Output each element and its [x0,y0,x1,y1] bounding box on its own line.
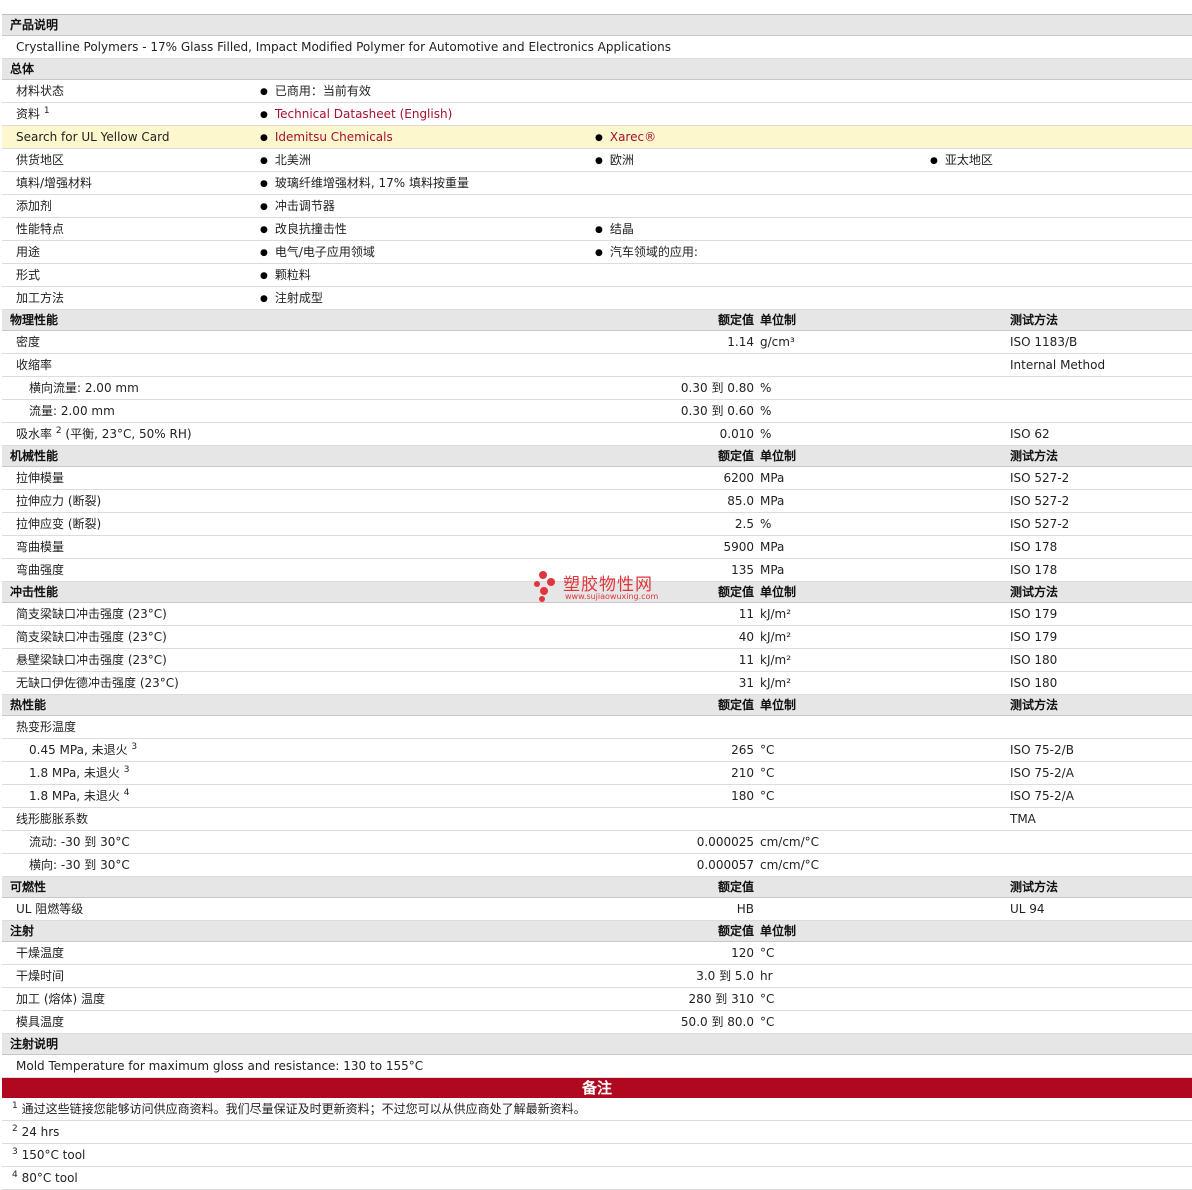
bullet-icon: ● [260,87,268,97]
property-row: 1.8 MPa, 未退火 4 180 °C ISO 75-2/A [2,785,1192,808]
xarec-link[interactable]: Xarec® [610,130,656,144]
section-header-description: 产品说明 [2,15,1192,36]
ul-yellow-card-row: Search for UL Yellow Card ● Idemitsu Chem… [2,126,1192,149]
property-row: 弯曲模量 5900 MPa ISO 178 [2,536,1192,559]
section-header-thermal: 热性能 额定值 单位制 测试方法 [2,695,1192,716]
property-row: 拉伸应变 (断裂) 2.5% ISO 527-2 [2,513,1192,536]
general-form-row: 形式 ● 颗粒料 [2,264,1192,287]
molecule-icon [534,571,555,602]
section-header-general: 总体 [2,59,1192,80]
bullet-icon: ● [595,248,603,258]
section-header-physical: 物理性能 额定值 单位制 测试方法 [2,310,1192,331]
property-row: 模具温度 50.0 到 80.0 °C [2,1011,1192,1034]
property-row: 收缩率 Internal Method [2,354,1192,377]
bullet-icon: ● [595,133,603,143]
property-row: 线形膨胀系数 TMA [2,808,1192,831]
property-row: 横向: -30 到 30°C 0.000057 cm/cm/°C [2,854,1192,877]
bullet-icon: ● [595,225,603,235]
idemitsu-chemicals-link[interactable]: Idemitsu Chemicals [275,130,393,144]
watermark-logo: 塑胶物性网 www.sujiaowuxing.com [533,570,673,604]
bullet-icon: ● [260,110,268,120]
general-additive-row: 添加剂 ● 冲击调节器 [2,195,1192,218]
bullet-icon: ● [260,133,268,143]
property-row: 干燥温度 120 °C [2,942,1192,965]
property-row: 加工 (熔体) 温度 280 到 310 °C [2,988,1192,1011]
footnote-ref: 4 [123,788,130,798]
property-row: 流动: -30 到 30°C 0.000025 cm/cm/°C [2,831,1192,854]
bullet-icon: ● [595,156,603,166]
footnote: 3 150°C tool [2,1144,1192,1167]
property-row: 1.8 MPa, 未退火 3 210 °C ISO 75-2/A [2,762,1192,785]
property-row: 吸水率 2 (平衡, 23°C, 50% RH) 0.010% ISO 62 [2,423,1192,446]
general-source-row: 资料 1 ● Technical Datasheet (English) [2,103,1192,126]
notes-header: 备注 [2,1078,1192,1098]
footnote: 1 通过这些链接您能够访问供应商资料。我们尽量保证及时更新资料；不过您可以从供应… [2,1098,1192,1121]
property-row: 横向流量: 2.00 mm 0.30 到 0.80% [2,377,1192,400]
bullet-icon: ● [930,156,938,166]
property-row: 悬壁梁缺口冲击强度 (23°C) 11 kJ/m² ISO 180 [2,649,1192,672]
property-row: 干燥时间 3.0 到 5.0 hr [2,965,1192,988]
property-row: 密度 1.14 g/cm³ ISO 1183/B [2,331,1192,354]
footnote-ref: 1 [43,106,50,116]
product-description: Crystalline Polymers - 17% Glass Filled,… [16,40,671,54]
property-row: 0.45 MPa, 未退火 3 265 °C ISO 75-2/B [2,739,1192,762]
general-filler-row: 填料/增强材料 ● 玻璃纤维增强材料, 17% 填料按重量 [2,172,1192,195]
property-row: 拉伸模量 6200 MPa ISO 527-2 [2,467,1192,490]
description-row: Crystalline Polymers - 17% Glass Filled,… [2,36,1192,59]
bullet-icon: ● [260,294,268,304]
ul-search-label: Search for UL Yellow Card [16,130,170,144]
footnote-ref: 3 [131,742,138,752]
section-header-injection: 注射 额定值 单位制 [2,921,1192,942]
bullet-icon: ● [260,156,268,166]
section-header-injection-notes: 注射说明 [2,1034,1192,1055]
watermark-url: www.sujiaowuxing.com [565,592,659,601]
bullet-icon: ● [260,271,268,281]
footnote-ref: 3 [123,765,130,775]
bullet-icon: ● [260,179,268,189]
bullet-icon: ● [260,202,268,212]
general-features-row: 性能特点 ● 改良抗撞击性 ● 结晶 [2,218,1192,241]
property-row: 简支梁缺口冲击强度 (23°C) 11 kJ/m² ISO 179 [2,603,1192,626]
property-row: 无缺口伊佐德冲击强度 (23°C) 31 kJ/m² ISO 180 [2,672,1192,695]
footnote: 2 24 hrs [2,1121,1192,1144]
general-uses-row: 用途 ● 电气/电子应用领域 ● 汽车领域的应用: [2,241,1192,264]
footnote-ref: 2 [55,426,62,436]
property-row: 拉伸应力 (断裂) 85.0 MPa ISO 527-2 [2,490,1192,513]
bullet-icon: ● [260,248,268,258]
property-row: UL 阻燃等级 HB UL 94 [2,898,1192,921]
property-row: 热变形温度 [2,716,1192,739]
general-region-row: 供货地区 ● 北美洲 ● 欧洲 ● 亚太地区 [2,149,1192,172]
technical-datasheet-link[interactable]: Technical Datasheet (English) [275,107,452,121]
section-header-mechanical: 机械性能 额定值 单位制 测试方法 [2,446,1192,467]
property-row: 简支梁缺口冲击强度 (23°C) 40 kJ/m² ISO 179 [2,626,1192,649]
bullet-icon: ● [260,225,268,235]
injection-note-row: Mold Temperature for maximum gloss and r… [2,1055,1192,1078]
section-header-flammability: 可燃性 额定值 测试方法 [2,877,1192,898]
footnote: 4 80°C tool [2,1167,1192,1190]
general-process-row: 加工方法 ● 注射成型 [2,287,1192,310]
general-status-row: 材料状态 ● 已商用：当前有效 [2,80,1192,103]
property-row: 流量: 2.00 mm 0.30 到 0.60% [2,400,1192,423]
